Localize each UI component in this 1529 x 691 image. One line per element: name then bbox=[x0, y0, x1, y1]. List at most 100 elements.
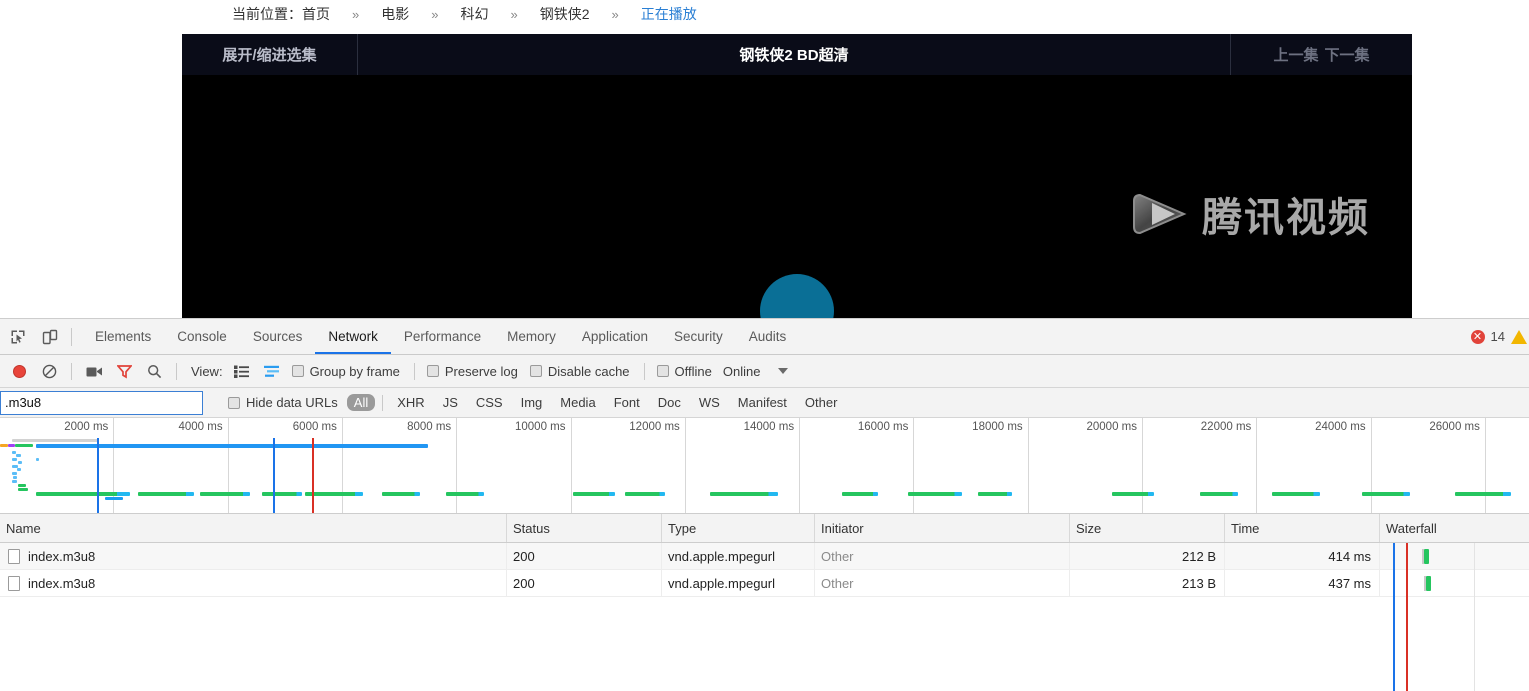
filter-type-css[interactable]: CSS bbox=[469, 394, 510, 411]
overview-request-bar bbox=[200, 492, 250, 496]
offline-checkbox[interactable]: Offline bbox=[652, 364, 717, 379]
tab-application[interactable]: Application bbox=[569, 319, 661, 354]
overview-request-band bbox=[16, 454, 21, 457]
clear-icon[interactable] bbox=[34, 359, 64, 383]
overview-request-bar bbox=[138, 492, 194, 496]
network-overview-timeline[interactable]: 2000 ms 4000 ms 6000 ms 8000 ms 10000 ms 1200… bbox=[0, 418, 1529, 514]
table-body: index.m3u8 200 vnd.apple.mpegurl Other 212 B… bbox=[0, 543, 1529, 597]
camera-icon[interactable] bbox=[79, 359, 109, 383]
player-video-stage[interactable]: 腾讯视频 bbox=[182, 75, 1412, 318]
hide-data-urls-checkbox[interactable]: Hide data URLs bbox=[223, 395, 343, 410]
column-header-type[interactable]: Type bbox=[662, 514, 815, 542]
filter-funnel-icon[interactable] bbox=[109, 359, 139, 383]
overview-request-bar bbox=[382, 492, 420, 496]
overview-request-bar bbox=[446, 492, 484, 496]
column-header-status[interactable]: Status bbox=[507, 514, 662, 542]
devtools-tabs: Elements Console Sources Network Perform… bbox=[82, 319, 799, 354]
column-header-time[interactable]: Time bbox=[1225, 514, 1380, 542]
next-episode-button[interactable]: 下一集 bbox=[1325, 44, 1370, 65]
breadcrumb-item-scifi[interactable]: 科幻 bbox=[460, 4, 488, 24]
filter-type-img[interactable]: Img bbox=[514, 394, 550, 411]
column-header-label: Status bbox=[513, 520, 550, 536]
preserve-log-checkbox[interactable]: Preserve log bbox=[422, 364, 523, 379]
network-request-table: Name Status Type Initiator Size Time Waterfall… bbox=[0, 514, 1529, 691]
tab-performance[interactable]: Performance bbox=[391, 319, 494, 354]
column-header-name[interactable]: Name bbox=[0, 514, 507, 542]
column-header-waterfall[interactable]: Waterfall bbox=[1380, 514, 1529, 542]
tab-sources[interactable]: Sources bbox=[240, 319, 316, 354]
overview-request-bar bbox=[36, 492, 130, 496]
cell-initiator-text: Other bbox=[821, 575, 854, 591]
devtools-status-area[interactable]: ✕ 14 bbox=[1470, 319, 1529, 354]
inspect-element-icon[interactable] bbox=[4, 324, 32, 350]
table-row[interactable]: index.m3u8 200 vnd.apple.mpegurl Other 213 B… bbox=[0, 570, 1529, 597]
filter-type-manifest[interactable]: Manifest bbox=[731, 394, 794, 411]
overview-request-band bbox=[17, 468, 21, 471]
overview-request-band bbox=[36, 458, 39, 461]
cell-initiator: Other bbox=[815, 543, 1070, 569]
tab-security[interactable]: Security bbox=[661, 319, 736, 354]
filter-type-all[interactable]: All bbox=[346, 394, 376, 411]
cell-time-text: 414 ms bbox=[1328, 548, 1371, 564]
toolbar-divider bbox=[71, 327, 72, 346]
list-view-icon[interactable] bbox=[227, 359, 257, 383]
waterfall-view-icon[interactable] bbox=[257, 359, 287, 383]
record-button-icon[interactable] bbox=[4, 359, 34, 383]
cell-name-text: index.m3u8 bbox=[28, 548, 96, 564]
toolbar-divider bbox=[413, 362, 415, 380]
column-header-initiator[interactable]: Initiator bbox=[815, 514, 1070, 542]
cell-type: vnd.apple.mpegurl bbox=[662, 570, 815, 596]
disable-cache-checkbox[interactable]: Disable cache bbox=[525, 364, 635, 379]
device-toolbar-icon[interactable] bbox=[36, 324, 64, 350]
checkbox-icon bbox=[656, 365, 669, 377]
breadcrumb-item-movies[interactable]: 电影 bbox=[381, 4, 409, 24]
table-row[interactable]: index.m3u8 200 vnd.apple.mpegurl Other 212 B… bbox=[0, 543, 1529, 570]
tencent-video-watermark: 腾讯视频 bbox=[1130, 185, 1370, 243]
breadcrumb-item-title[interactable]: 钢铁侠2 bbox=[540, 4, 590, 24]
column-header-label: Initiator bbox=[821, 520, 864, 536]
breadcrumb-item-home[interactable]: 首页 bbox=[302, 4, 330, 24]
view-label: View: bbox=[191, 363, 223, 379]
checkbox-icon bbox=[228, 396, 240, 409]
overview-request-bar bbox=[978, 492, 1012, 496]
chevron-down-icon[interactable] bbox=[778, 368, 789, 374]
tab-console[interactable]: Console bbox=[164, 319, 240, 354]
filter-input[interactable] bbox=[0, 390, 203, 415]
episodes-toggle-button[interactable]: 展开/缩进选集 bbox=[182, 34, 358, 75]
cell-type-text: vnd.apple.mpegurl bbox=[668, 548, 775, 564]
tab-memory[interactable]: Memory bbox=[494, 319, 569, 354]
disable-cache-label: Disable cache bbox=[547, 363, 630, 379]
filter-type-font[interactable]: Font bbox=[607, 394, 647, 411]
tab-elements[interactable]: Elements bbox=[82, 319, 164, 354]
filter-type-doc[interactable]: Doc bbox=[651, 394, 688, 411]
overview-request-band bbox=[12, 458, 17, 461]
throttling-select[interactable]: Online bbox=[723, 364, 761, 379]
overview-summary-band bbox=[36, 444, 428, 448]
overview-request-band bbox=[12, 472, 17, 475]
column-header-label: Type bbox=[668, 520, 697, 536]
error-circle-icon: ✕ bbox=[1470, 329, 1485, 344]
group-by-frame-checkbox[interactable]: Group by frame bbox=[287, 364, 405, 379]
filter-type-media[interactable]: Media bbox=[553, 394, 602, 411]
group-by-frame-label: Group by frame bbox=[309, 363, 400, 379]
devtools-tab-strip: Elements Console Sources Network Perform… bbox=[0, 319, 1529, 355]
breadcrumb-item-now-playing[interactable]: 正在播放 bbox=[641, 4, 697, 24]
cell-time: 414 ms bbox=[1225, 543, 1380, 569]
cell-status: 200 bbox=[507, 543, 662, 569]
search-icon[interactable] bbox=[139, 359, 169, 383]
filter-type-xhr[interactable]: XHR bbox=[390, 394, 431, 411]
overview-request-bar bbox=[710, 492, 778, 496]
filter-type-other[interactable]: Other bbox=[798, 394, 845, 411]
filter-type-js[interactable]: JS bbox=[436, 394, 465, 411]
overview-request-bar bbox=[1272, 492, 1320, 496]
breadcrumb-separator: » bbox=[431, 6, 439, 22]
tab-audits[interactable]: Audits bbox=[736, 319, 800, 354]
prev-episode-button[interactable]: 上一集 bbox=[1273, 44, 1318, 65]
tab-network[interactable]: Network bbox=[315, 319, 391, 354]
column-header-size[interactable]: Size bbox=[1070, 514, 1225, 542]
filter-type-ws[interactable]: WS bbox=[692, 394, 727, 411]
cell-status-text: 200 bbox=[513, 548, 535, 564]
overview-request-bar bbox=[1200, 492, 1238, 496]
preserve-log-label: Preserve log bbox=[444, 363, 518, 379]
toolbar-divider bbox=[643, 362, 645, 380]
